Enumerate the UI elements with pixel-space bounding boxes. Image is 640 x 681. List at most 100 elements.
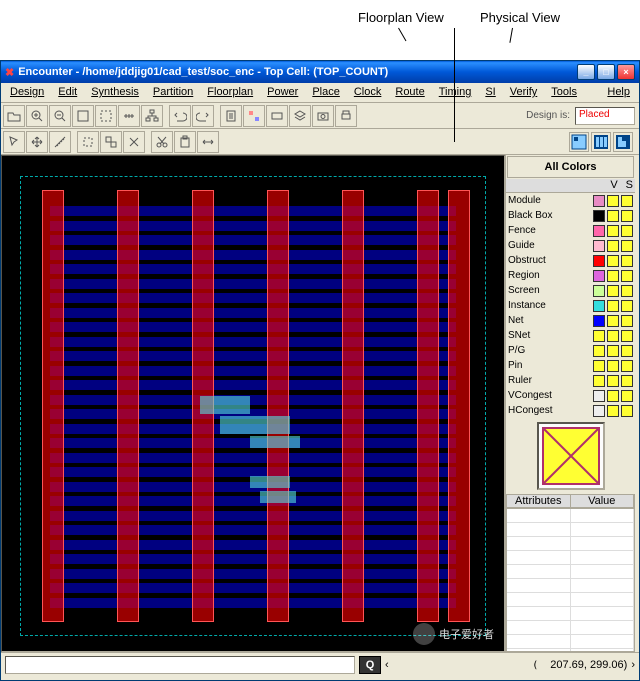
select-icon[interactable] [3, 131, 25, 153]
color-swatch[interactable] [593, 330, 605, 342]
close-button[interactable]: × [617, 64, 635, 80]
measure-icon[interactable] [49, 131, 71, 153]
menu-design[interactable]: Design [3, 83, 51, 102]
box-icon[interactable] [77, 131, 99, 153]
zoom-fit-icon[interactable] [72, 105, 94, 127]
table-row[interactable] [507, 579, 634, 593]
color-swatch[interactable] [593, 345, 605, 357]
sel-swatch[interactable] [621, 390, 633, 402]
layer-row[interactable]: P/G [506, 343, 635, 358]
vis-swatch[interactable] [607, 210, 619, 222]
selectall-icon[interactable] [100, 131, 122, 153]
vis-swatch[interactable] [607, 360, 619, 372]
open-icon[interactable] [3, 105, 25, 127]
menu-si[interactable]: SI [478, 83, 502, 102]
layer-row[interactable]: Module [506, 193, 635, 208]
zoom-sel-icon[interactable] [95, 105, 117, 127]
table-row[interactable] [507, 565, 634, 579]
report-icon[interactable] [220, 105, 242, 127]
color-swatch[interactable] [593, 300, 605, 312]
vis-swatch[interactable] [607, 285, 619, 297]
vis-swatch[interactable] [607, 270, 619, 282]
physical-view-button[interactable] [591, 132, 611, 152]
layer-row[interactable]: Fence [506, 223, 635, 238]
color-swatch[interactable] [593, 225, 605, 237]
sel-swatch[interactable] [621, 210, 633, 222]
menu-verify[interactable]: Verify [503, 83, 545, 102]
sel-swatch[interactable] [621, 225, 633, 237]
table-row[interactable] [507, 551, 634, 565]
color-swatch[interactable] [593, 390, 605, 402]
sel-swatch[interactable] [621, 270, 633, 282]
table-row[interactable] [507, 537, 634, 551]
menu-partition[interactable]: Partition [146, 83, 200, 102]
stretch-icon[interactable] [197, 131, 219, 153]
paste-icon[interactable] [174, 131, 196, 153]
vis-swatch[interactable] [607, 195, 619, 207]
titlebar[interactable]: ✖ Encounter - /home/jddjig01/cad_test/so… [1, 61, 639, 83]
menu-timing[interactable]: Timing [432, 83, 479, 102]
all-colors-button[interactable]: All Colors [507, 156, 634, 178]
layer-row[interactable]: Region [506, 268, 635, 283]
layer-row[interactable]: Instance [506, 298, 635, 313]
sel-swatch[interactable] [621, 375, 633, 387]
cut-icon[interactable] [151, 131, 173, 153]
color-swatch[interactable] [593, 240, 605, 252]
table-row[interactable] [507, 607, 634, 621]
ruler-icon[interactable] [118, 105, 140, 127]
sel-swatch[interactable] [621, 345, 633, 357]
sel-swatch[interactable] [621, 240, 633, 252]
layout-canvas[interactable]: 电子爱好者 [1, 155, 505, 652]
menu-route[interactable]: Route [388, 83, 431, 102]
menu-tools[interactable]: Tools [544, 83, 584, 102]
nav-prev[interactable]: ‹ [385, 659, 389, 671]
sel-swatch[interactable] [621, 330, 633, 342]
color-swatch[interactable] [593, 405, 605, 417]
hilite-icon[interactable] [123, 131, 145, 153]
floorplan-view-button[interactable] [569, 132, 589, 152]
layer-row[interactable]: Screen [506, 283, 635, 298]
vis-swatch[interactable] [607, 390, 619, 402]
sel-swatch[interactable] [621, 360, 633, 372]
menu-place[interactable]: Place [305, 83, 347, 102]
layer-row[interactable]: Obstruct [506, 253, 635, 268]
sel-swatch[interactable] [621, 315, 633, 327]
layer-row[interactable]: Ruler [506, 373, 635, 388]
amoeba-view-button[interactable] [613, 132, 633, 152]
menu-floorplan[interactable]: Floorplan [200, 83, 260, 102]
color-swatch[interactable] [593, 285, 605, 297]
vis-swatch[interactable] [607, 345, 619, 357]
camera-icon[interactable] [312, 105, 334, 127]
vis-swatch[interactable] [607, 300, 619, 312]
sel-swatch[interactable] [621, 285, 633, 297]
zoom-out-icon[interactable] [49, 105, 71, 127]
color-swatch[interactable] [593, 360, 605, 372]
sel-swatch[interactable] [621, 195, 633, 207]
color-swatch[interactable] [593, 315, 605, 327]
vis-swatch[interactable] [607, 225, 619, 237]
layer-row[interactable]: Net [506, 313, 635, 328]
attribute-table[interactable] [506, 508, 635, 652]
vis-swatch[interactable] [607, 240, 619, 252]
highlight-icon[interactable] [243, 105, 265, 127]
zoom-in-icon[interactable] [26, 105, 48, 127]
vis-swatch[interactable] [607, 405, 619, 417]
menu-edit[interactable]: Edit [51, 83, 84, 102]
sel-swatch[interactable] [621, 405, 633, 417]
layer-row[interactable]: Black Box [506, 208, 635, 223]
vis-swatch[interactable] [607, 255, 619, 267]
maximize-button[interactable]: □ [597, 64, 615, 80]
color-swatch[interactable] [593, 210, 605, 222]
move-icon[interactable] [26, 131, 48, 153]
table-row[interactable] [507, 635, 634, 649]
minimize-button[interactable]: _ [577, 64, 595, 80]
menu-power[interactable]: Power [260, 83, 305, 102]
color-swatch[interactable] [593, 270, 605, 282]
layer-row[interactable]: VCongest [506, 388, 635, 403]
sel-swatch[interactable] [621, 255, 633, 267]
color-swatch[interactable] [593, 255, 605, 267]
layers-icon[interactable] [289, 105, 311, 127]
table-row[interactable] [507, 649, 634, 652]
menu-help[interactable]: Help [600, 83, 637, 102]
table-row[interactable] [507, 523, 634, 537]
